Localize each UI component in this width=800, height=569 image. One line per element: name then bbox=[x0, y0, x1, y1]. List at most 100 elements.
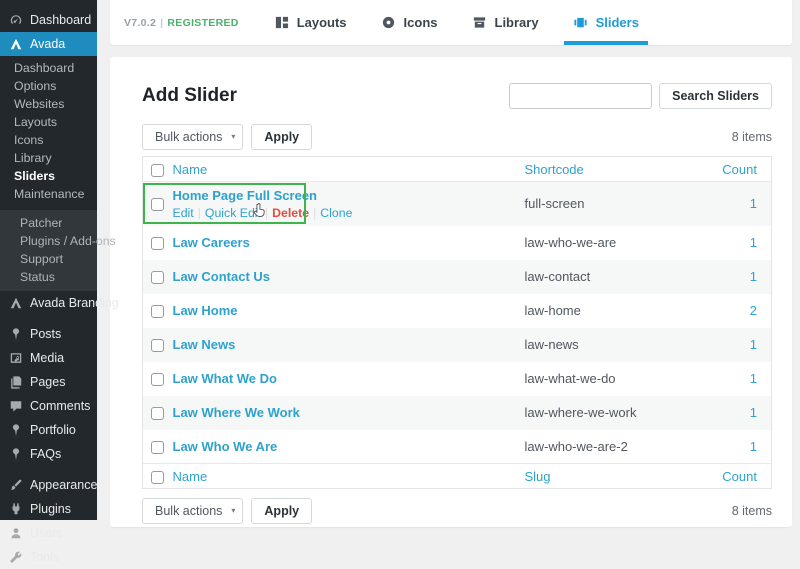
avada-submenu: Dashboard Options Websites Layouts Icons… bbox=[0, 56, 97, 210]
slider-name-link[interactable]: Law Where We Work bbox=[173, 405, 300, 420]
row-checkbox[interactable] bbox=[151, 339, 164, 352]
sidebar-submenu-item[interactable]: Icons bbox=[0, 131, 97, 149]
page-title: Add Slider bbox=[142, 85, 237, 107]
action-separator: | bbox=[198, 206, 201, 220]
avada-icon bbox=[9, 296, 23, 310]
sidebar-item-dashboard[interactable]: Dashboard bbox=[0, 8, 97, 32]
users-icon bbox=[9, 526, 23, 540]
sidebar-submenu-item[interactable]: Dashboard bbox=[0, 59, 97, 77]
sidebar-item-faqs[interactable]: FAQs bbox=[0, 442, 97, 466]
sliders-table: Name Shortcode Count Home Page Full Scre… bbox=[142, 156, 772, 489]
tab-sliders[interactable]: Sliders bbox=[556, 0, 656, 45]
row-checkbox[interactable] bbox=[151, 237, 164, 250]
apply-button[interactable]: Apply bbox=[251, 498, 312, 524]
table-footer-row: Name Slug Count bbox=[143, 464, 772, 489]
slider-name-link[interactable]: Law Who We Are bbox=[173, 439, 278, 454]
row-checkbox[interactable] bbox=[151, 271, 164, 284]
tools-icon bbox=[9, 550, 23, 564]
sidebar-item-avada-branding[interactable]: Avada Branding bbox=[0, 291, 97, 315]
sidebar-item-label: Posts bbox=[30, 327, 61, 341]
slider-name-link[interactable]: Law Careers bbox=[173, 235, 250, 250]
row-action-clone[interactable]: Clone bbox=[320, 206, 352, 220]
slider-count-link[interactable]: 1 bbox=[750, 371, 757, 386]
slider-count-link[interactable]: 1 bbox=[750, 196, 757, 211]
sliders-table-wrap: Name Shortcode Count Home Page Full Scre… bbox=[142, 156, 772, 489]
slider-count-link[interactable]: 1 bbox=[750, 439, 757, 454]
version-separator: | bbox=[160, 17, 163, 29]
sidebar-submenu-item[interactable]: Support bbox=[0, 250, 97, 268]
sidebar-item-label: Comments bbox=[30, 399, 90, 413]
media-icon bbox=[9, 351, 23, 365]
sidebar-item-label: Tools bbox=[30, 550, 59, 564]
slider-name-link[interactable]: Law Home bbox=[173, 303, 238, 318]
sidebar-item-pages[interactable]: Pages bbox=[0, 370, 97, 394]
select-all-checkbox[interactable] bbox=[151, 164, 164, 177]
column-footer-slug[interactable]: Slug bbox=[525, 464, 697, 489]
search-sliders-button[interactable]: Search Sliders bbox=[659, 83, 772, 109]
sidebar-item-tools[interactable]: Tools bbox=[0, 545, 97, 569]
slider-shortcode: law-who-we-are bbox=[525, 235, 617, 250]
library-icon bbox=[472, 15, 487, 30]
row-action-quick-edit[interactable]: Quick Edit bbox=[205, 206, 261, 220]
slider-count-link[interactable]: 2 bbox=[750, 303, 757, 318]
column-footer-name[interactable]: Name bbox=[173, 464, 525, 489]
sidebar-submenu-item[interactable]: Maintenance bbox=[0, 185, 97, 203]
sidebar-submenu-item[interactable]: Status bbox=[0, 268, 97, 286]
slider-name-link[interactable]: Law News bbox=[173, 337, 236, 352]
tab-layouts[interactable]: Layouts bbox=[257, 0, 364, 45]
tab-library[interactable]: Library bbox=[455, 0, 556, 45]
sidebar-item-comments[interactable]: Comments bbox=[0, 394, 97, 418]
sidebar-submenu-item[interactable]: Library bbox=[0, 149, 97, 167]
column-header-name[interactable]: Name bbox=[173, 157, 525, 182]
sidebar-submenu-item[interactable]: Plugins / Add-ons bbox=[0, 232, 97, 250]
slider-count-link[interactable]: 1 bbox=[750, 405, 757, 420]
toolbar-tabs: Layouts Icons Library Sliders bbox=[257, 0, 656, 45]
slider-shortcode: law-what-we-do bbox=[525, 371, 616, 386]
slider-count-link[interactable]: 1 bbox=[750, 269, 757, 284]
sidebar-item-appearance[interactable]: Appearance bbox=[0, 473, 97, 497]
slider-count-link[interactable]: 1 bbox=[750, 337, 757, 352]
sidebar-submenu-item[interactable]: Websites bbox=[0, 95, 97, 113]
sidebar-item-media[interactable]: Media bbox=[0, 346, 97, 370]
bulk-actions-select[interactable]: Bulk actions ▾ bbox=[142, 124, 243, 150]
sidebar-item-users[interactable]: Users bbox=[0, 521, 97, 545]
sidebar-item-posts[interactable]: Posts bbox=[0, 322, 97, 346]
sidebar-item-avada[interactable]: Avada bbox=[0, 32, 97, 56]
maintenance-submenu: Patcher Plugins / Add-ons Support Status bbox=[0, 210, 97, 291]
registered-badge: REGISTERED bbox=[167, 17, 238, 29]
avada-icon bbox=[9, 37, 23, 51]
row-checkbox[interactable] bbox=[151, 373, 164, 386]
table-row: Law Careers law-who-we-are 1 bbox=[143, 226, 772, 260]
sidebar-submenu-item[interactable]: Options bbox=[0, 77, 97, 95]
sidebar-submenu-item[interactable]: Sliders bbox=[0, 167, 97, 185]
select-all-checkbox[interactable] bbox=[151, 471, 164, 484]
row-action-edit[interactable]: Edit bbox=[173, 206, 194, 220]
row-checkbox[interactable] bbox=[151, 198, 164, 211]
row-checkbox[interactable] bbox=[151, 407, 164, 420]
sidebar-submenu-item[interactable]: Layouts bbox=[0, 113, 97, 131]
sidebar-item-label: Avada bbox=[30, 37, 65, 51]
apply-button[interactable]: Apply bbox=[251, 124, 312, 150]
row-action-delete[interactable]: Delete bbox=[272, 206, 309, 220]
slider-name-link[interactable]: Home Page Full Screen bbox=[173, 188, 318, 203]
slider-count-link[interactable]: 1 bbox=[750, 235, 757, 250]
sidebar-item-plugins[interactable]: Plugins bbox=[0, 497, 97, 521]
sidebar-item-portfolio[interactable]: Portfolio bbox=[0, 418, 97, 442]
slider-name-link[interactable]: Law What We Do bbox=[173, 371, 277, 386]
tab-label: Library bbox=[495, 15, 539, 30]
sidebar-item-label: FAQs bbox=[30, 447, 61, 461]
row-checkbox[interactable] bbox=[151, 441, 164, 454]
bulk-actions-select[interactable]: Bulk actions ▾ bbox=[142, 498, 243, 524]
slider-shortcode: law-news bbox=[525, 337, 579, 352]
tab-icons[interactable]: Icons bbox=[364, 0, 455, 45]
slider-name-link[interactable]: Law Contact Us bbox=[173, 269, 271, 284]
column-header-shortcode[interactable]: Shortcode bbox=[525, 157, 697, 182]
search-input[interactable] bbox=[509, 83, 652, 109]
action-separator: | bbox=[313, 206, 316, 220]
row-checkbox[interactable] bbox=[151, 305, 164, 318]
sidebar-submenu-item[interactable]: Patcher bbox=[0, 214, 97, 232]
column-footer-count[interactable]: Count bbox=[697, 464, 772, 489]
chevron-down-icon: ▾ bbox=[231, 506, 235, 515]
column-header-count[interactable]: Count bbox=[697, 157, 772, 182]
slider-shortcode: law-contact bbox=[525, 269, 591, 284]
